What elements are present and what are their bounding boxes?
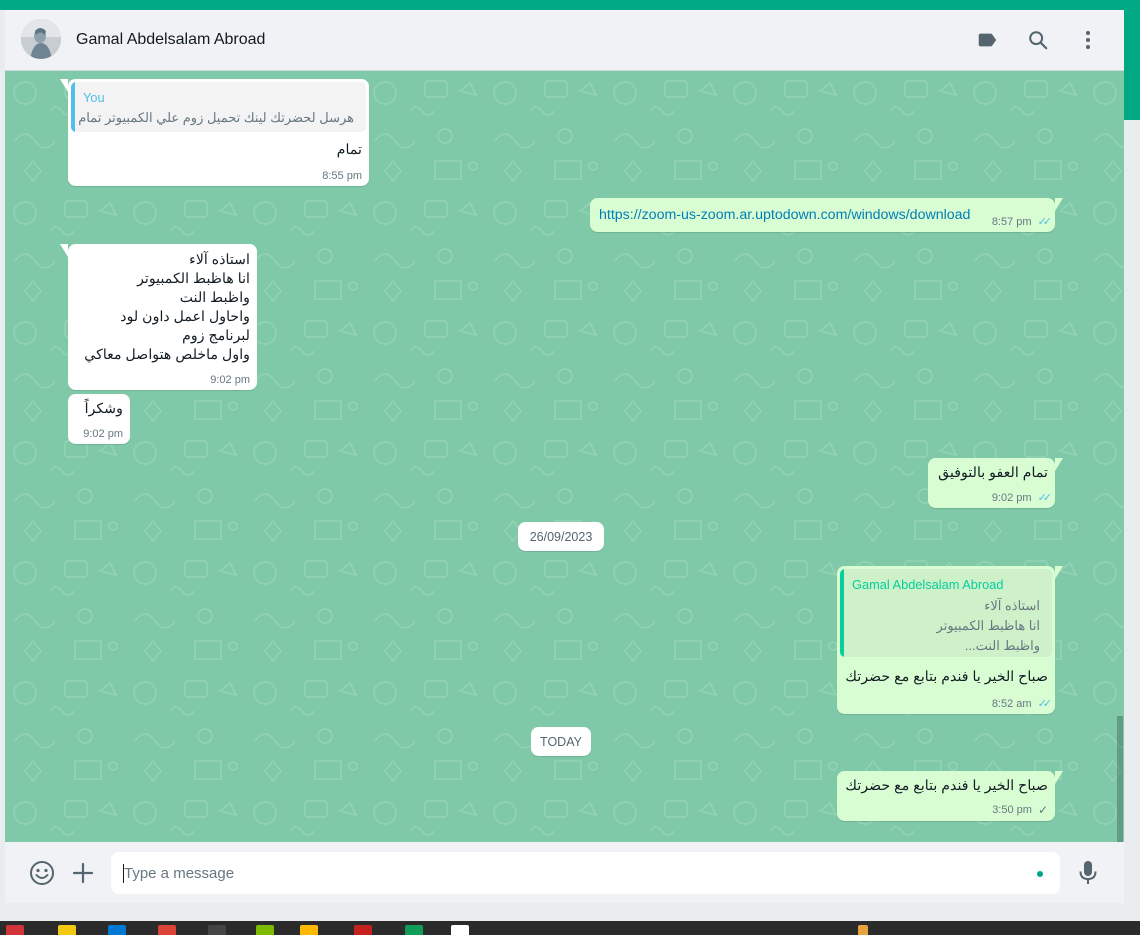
message-meta: 3:50 pm ✓ [992, 803, 1048, 817]
label-icon[interactable] [975, 28, 999, 52]
whatsapp-chat-window: Gamal Abdelsalam Abroad You هرسل لحضرتك … [5, 10, 1124, 903]
status-dot-icon [1037, 871, 1043, 877]
message-incoming[interactable]: استاذه آلاء انا هاظبط الكمبيوتر واظبط ال… [60, 244, 257, 390]
quoted-message[interactable]: Gamal Abdelsalam Abroad استاذه آلاء انا … [840, 569, 1052, 657]
chat-header[interactable]: Gamal Abdelsalam Abroad [5, 10, 1124, 71]
chat-scrollbar[interactable] [1117, 716, 1123, 842]
taskbar-app-icon[interactable] [108, 925, 126, 935]
window-right-accent [1124, 10, 1140, 120]
os-taskbar [0, 921, 1140, 935]
message-text: تمام العفو بالتوفيق [938, 465, 1048, 481]
taskbar-app-icon[interactable] [58, 925, 76, 935]
read-ticks-icon: ✓✓ [1037, 492, 1053, 504]
message-time: 8:55 pm [322, 170, 362, 182]
date-chip: TODAY [531, 727, 591, 756]
date-chip: 26/09/2023 [518, 522, 604, 551]
read-ticks-icon: ✓✓ [1037, 216, 1053, 228]
message-outgoing[interactable]: صباح الخير يا فندم بتابع مع حضرتك 3:50 p… [837, 771, 1063, 821]
message-text: استاذه آلاء انا هاظبط الكمبيوتر واظبط ال… [84, 252, 250, 363]
message-incoming[interactable]: وشكراً 9:02 pm [68, 394, 130, 444]
message-meta: 9:02 pm [83, 428, 123, 440]
taskbar-app-icon[interactable] [451, 925, 469, 935]
taskbar-tray-icon[interactable] [858, 925, 868, 935]
quote-text: هرسل لحضرتك لينك تحميل زوم علي الكمبيوتر… [78, 110, 354, 125]
message-text: وشكراً [84, 401, 123, 417]
taskbar-app-icon[interactable] [158, 925, 176, 935]
taskbar-app-icon[interactable] [6, 925, 24, 935]
message-outgoing[interactable]: تمام العفو بالتوفيق 9:02 pm ✓✓ [928, 458, 1063, 508]
chat-area[interactable]: You هرسل لحضرتك لينك تحميل زوم علي الكمب… [5, 71, 1124, 842]
taskbar-app-icon[interactable] [405, 925, 423, 935]
message-time: 9:02 pm [83, 428, 123, 440]
emoji-icon[interactable] [28, 859, 56, 887]
contact-name[interactable]: Gamal Abdelsalam Abroad [76, 31, 265, 49]
search-icon[interactable] [1026, 28, 1050, 52]
taskbar-app-icon[interactable] [256, 925, 274, 935]
message-input[interactable] [111, 852, 1011, 894]
quote-text: استاذه آلاء انا هاظبط الكمبيوتر واظبط ال… [936, 598, 1040, 653]
quote-author: You [83, 90, 105, 105]
message-time: 3:50 pm [992, 804, 1032, 816]
message-time: 8:57 pm [991, 215, 1032, 228]
sent-tick-icon: ✓ [1037, 803, 1048, 817]
message-meta: 8:52 am ✓✓ [991, 697, 1053, 711]
message-text: تمام [336, 142, 362, 158]
message-text: صباح الخير يا فندم بتابع مع حضرتك [845, 669, 1048, 685]
message-link[interactable]: https://zoom-us-zoom.ar.uptodown.com/win… [599, 206, 970, 225]
message-time: 9:02 pm [991, 491, 1032, 504]
message-text: صباح الخير يا فندم بتابع مع حضرتك [845, 778, 1048, 794]
mic-icon[interactable] [1074, 859, 1102, 887]
text-caret [123, 864, 124, 883]
quote-bar [840, 569, 844, 657]
quote-author: Gamal Abdelsalam Abroad [852, 577, 1004, 592]
taskbar-app-icon[interactable] [354, 925, 372, 935]
message-meta: 8:55 pm [322, 170, 362, 182]
taskbar-app-icon[interactable] [208, 925, 226, 935]
read-ticks-icon: ✓✓ [1037, 698, 1053, 710]
quoted-message[interactable]: You هرسل لحضرتك لينك تحميل زوم علي الكمب… [71, 82, 366, 132]
taskbar-app-icon[interactable] [300, 925, 318, 935]
message-outgoing[interactable]: https://zoom-us-zoom.ar.uptodown.com/win… [590, 198, 1063, 232]
message-meta: 9:02 pm ✓✓ [991, 491, 1053, 505]
avatar[interactable] [21, 19, 61, 59]
message-time: 9:02 pm [210, 374, 250, 386]
message-input-box[interactable] [111, 852, 1060, 894]
message-meta: 9:02 pm [210, 374, 250, 386]
menu-icon[interactable] [1076, 28, 1100, 52]
composer-bar [5, 842, 1124, 903]
message-time: 8:52 am [991, 697, 1032, 710]
message-meta: 8:57 pm ✓✓ [991, 215, 1053, 229]
message-incoming[interactable]: You هرسل لحضرتك لينك تحميل زوم علي الكمب… [60, 79, 369, 186]
message-outgoing[interactable]: Gamal Abdelsalam Abroad استاذه آلاء انا … [837, 566, 1063, 714]
plus-icon[interactable] [69, 859, 97, 887]
window-top-accent [0, 0, 1140, 10]
quote-bar [71, 82, 75, 132]
